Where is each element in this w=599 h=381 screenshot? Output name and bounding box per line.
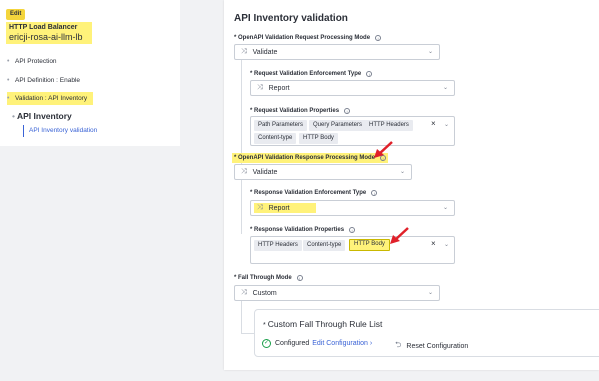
nav-section-label: API Inventory <box>16 111 72 121</box>
reset-icon: ⮌ <box>395 340 402 349</box>
resp-enforcement-select[interactable]: ⤨ Report ⌄ <box>250 200 455 216</box>
fall-through-select[interactable]: ⤨ Custom ⌄ <box>234 285 440 301</box>
resp-properties-label-text: * Response Validation Properties <box>250 227 345 233</box>
load-balancer-header: HTTP Load Balancer ericji-rosa-ai-llm-lb <box>6 22 92 44</box>
status-text: Configured <box>275 340 310 347</box>
nav-item-label: API Protection <box>15 58 57 65</box>
resp-enforcement-label: * Response Validation Enforcement Type i <box>250 190 378 196</box>
page-title: API Inventory validation <box>234 13 348 24</box>
custom-rule-list-card: * Custom Fall Through Rule List ✓ Configu… <box>254 309 599 357</box>
info-icon[interactable]: i <box>375 35 382 41</box>
resp-mode-select[interactable]: ⤨ Validate ⌄ <box>234 164 412 180</box>
nav-item-validation[interactable]: • Validation : API Inventory <box>7 92 94 105</box>
required-marker: * <box>263 322 266 329</box>
req-mode-value: Validate <box>252 48 278 56</box>
nav-section-api-inventory[interactable]: • API Inventory <box>12 111 72 121</box>
chip[interactable]: Path Parameters <box>254 120 308 131</box>
chip[interactable]: Content-type <box>254 133 297 144</box>
configured-status: ✓ Configured Edit Configuration › <box>262 339 372 348</box>
tree-connector <box>241 301 254 334</box>
resp-enforcement-label-text: * Response Validation Enforcement Type <box>250 190 367 196</box>
bullet-icon: • <box>12 111 15 121</box>
chevron-down-icon[interactable]: ⌄ <box>444 121 449 128</box>
req-properties-label-text: * Request Validation Properties <box>250 108 340 114</box>
req-enforcement-label-text: * Request Validation Enforcement Type <box>250 71 362 77</box>
annotation-arrow-icon <box>374 141 393 158</box>
shuffle-icon: ⤨ <box>241 289 247 296</box>
info-icon[interactable]: i <box>344 108 351 114</box>
edit-link-text: Edit Configuration <box>312 340 368 347</box>
edit-configuration-link[interactable]: Edit Configuration › <box>312 340 372 347</box>
resp-mode-label-text: * OpenAPI Validation Response Processing… <box>234 155 376 161</box>
chevron-down-icon: ⌄ <box>427 49 433 55</box>
custom-rule-list-title-text: Custom Fall Through Rule List <box>267 319 383 329</box>
fall-through-label-text: * Fall Through Mode <box>234 275 292 281</box>
clear-icon[interactable]: × <box>431 119 436 128</box>
info-icon[interactable]: i <box>296 275 303 281</box>
chevron-down-icon: ⌄ <box>442 205 448 211</box>
fall-through-value: Custom <box>252 289 277 297</box>
shuffle-icon: ⤨ <box>257 204 263 211</box>
info-icon[interactable]: i <box>371 190 378 196</box>
edit-badge[interactable]: Edit <box>6 9 26 20</box>
chip[interactable]: HTTP Headers <box>254 240 302 251</box>
load-balancer-type: HTTP Load Balancer <box>9 24 78 31</box>
shuffle-icon: ⤨ <box>241 48 247 55</box>
nav-item-label: API Definition : Enable <box>15 77 81 84</box>
reset-text: Reset Configuration <box>406 342 469 350</box>
nav-item-api-protection[interactable]: • API Protection <box>7 58 57 65</box>
chevron-down-icon[interactable]: ⌄ <box>444 241 449 248</box>
clear-icon[interactable]: × <box>431 239 436 248</box>
annotation-arrow-icon <box>390 227 409 244</box>
resp-mode-value: Validate <box>252 168 278 176</box>
req-properties-multiselect[interactable]: Path Parameters Query Parameters HTTP He… <box>250 116 455 146</box>
chevron-down-icon: ⌄ <box>399 169 405 175</box>
chevron-down-icon: ⌄ <box>442 85 448 91</box>
chevron-down-icon: ⌄ <box>427 290 433 296</box>
req-properties-label: * Request Validation Properties i <box>250 108 351 114</box>
req-enforcement-select[interactable]: ⤨ Report ⌄ <box>250 80 455 96</box>
resp-properties-multiselect[interactable]: HTTP Headers Content-type HTTP Body × ⌄ <box>250 236 455 264</box>
chevron-right-icon: › <box>369 340 373 347</box>
chip[interactable]: Content-type <box>303 240 346 251</box>
req-enforcement-label: * Request Validation Enforcement Type i <box>250 71 373 77</box>
info-icon[interactable]: i <box>349 227 356 233</box>
load-balancer-name: ericji-rosa-ai-llm-lb <box>9 32 83 42</box>
chip[interactable]: HTTP Body <box>349 239 390 251</box>
nav-item-api-definition[interactable]: • API Definition : Enable <box>7 77 80 84</box>
bullet-icon: • <box>7 77 10 84</box>
chip[interactable]: HTTP Body <box>299 133 338 144</box>
shuffle-icon: ⤨ <box>241 168 247 175</box>
bullet-icon: • <box>7 58 10 65</box>
nav-item-label: Validation : API Inventory <box>15 95 88 102</box>
reset-configuration-button[interactable]: ⮌ Reset Configuration <box>395 339 468 353</box>
resp-mode-label: * OpenAPI Validation Response Processing… <box>232 153 389 163</box>
left-panel: Edit HTTP Load Balancer ericji-rosa-ai-l… <box>0 0 180 146</box>
chip[interactable]: HTTP Headers <box>365 120 413 131</box>
custom-rule-list-title: * Custom Fall Through Rule List <box>263 319 382 329</box>
chip[interactable]: Query Parameters <box>309 120 367 131</box>
info-icon[interactable]: i <box>366 71 373 77</box>
req-mode-select[interactable]: ⤨ Validate ⌄ <box>234 44 440 60</box>
resp-properties-label: * Response Validation Properties i <box>250 227 356 233</box>
bullet-icon: • <box>7 95 10 102</box>
req-enforcement-value: Report <box>268 84 290 92</box>
fall-through-label: * Fall Through Mode i <box>234 275 303 281</box>
req-mode-label-text: * OpenAPI Validation Request Processing … <box>234 35 371 41</box>
right-panel: API Inventory validation * OpenAPI Valid… <box>224 0 599 370</box>
check-circle-icon: ✓ <box>262 339 271 348</box>
shuffle-icon: ⤨ <box>257 84 263 91</box>
resp-enforcement-value: Report <box>268 204 290 212</box>
req-mode-label: * OpenAPI Validation Request Processing … <box>234 35 382 41</box>
nav-subitem-api-inventory-validation[interactable]: API Inventory validation <box>23 125 97 137</box>
tree-connector <box>241 60 250 234</box>
